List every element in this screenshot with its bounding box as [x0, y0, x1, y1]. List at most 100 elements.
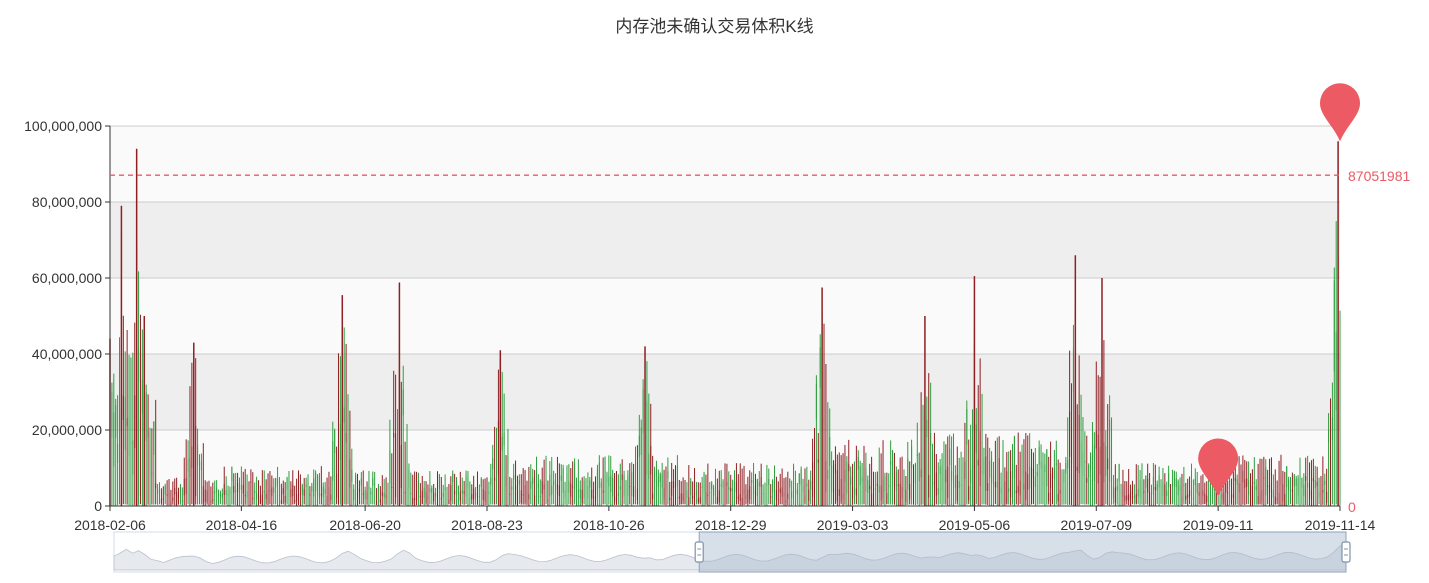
candle-body [515, 485, 517, 490]
candle-body [720, 484, 722, 487]
candle-body [718, 490, 720, 503]
candle-body [528, 494, 530, 500]
candle-body [174, 488, 176, 495]
candle-body [1050, 473, 1052, 489]
candle-body [1326, 491, 1328, 503]
candle-body [336, 473, 338, 498]
candle-body [1002, 459, 1004, 470]
candle-body [1240, 482, 1242, 496]
candle-body [419, 495, 421, 497]
candle-body [705, 491, 707, 504]
candle-body [570, 483, 572, 497]
candle-body [956, 474, 958, 501]
candle-body [657, 476, 659, 487]
candle-body [518, 480, 520, 485]
candle-body [475, 493, 477, 498]
candle-body [810, 480, 812, 490]
datazoom-slider[interactable] [113, 531, 1351, 573]
candle-body [899, 483, 901, 506]
candle-body [865, 468, 867, 492]
candle-body [507, 455, 509, 474]
candle-body [945, 469, 947, 483]
candle-body [747, 489, 749, 503]
candle-body [857, 456, 859, 470]
candle-body [1253, 481, 1255, 485]
datazoom-right-handle[interactable] [1341, 541, 1351, 563]
candle-body [1118, 463, 1120, 481]
candle-body [775, 489, 777, 500]
candle-body [1112, 486, 1114, 499]
candle-body [313, 478, 315, 497]
candle-body [1278, 493, 1280, 504]
candle-body [914, 463, 916, 484]
candle-body [492, 458, 494, 470]
candle-body [524, 485, 526, 503]
candle-body [998, 458, 1000, 506]
candle-body [522, 494, 524, 496]
candle-body [737, 496, 739, 499]
candle-body [812, 462, 814, 497]
candle-body [783, 493, 785, 496]
y-tick-label: 0 [94, 498, 102, 514]
candle-body [358, 488, 360, 493]
candle-body [834, 464, 836, 474]
candle-body [229, 489, 231, 495]
candle-body [1236, 479, 1238, 485]
candle-body [827, 470, 829, 480]
candle-body [1105, 446, 1107, 477]
candle-body [1303, 484, 1305, 497]
candle-body [1143, 491, 1145, 494]
candle-body [457, 486, 459, 495]
candle-body [574, 463, 576, 490]
candle-body [793, 466, 795, 477]
candle-body [334, 430, 336, 453]
candle-body [682, 493, 684, 501]
candle-body [1215, 491, 1217, 506]
candle-body [501, 436, 503, 451]
candle-body [1071, 429, 1073, 464]
candle-body [1189, 490, 1191, 497]
candle-body [299, 494, 301, 496]
candle-body [598, 462, 600, 488]
datazoom-window[interactable] [698, 531, 1347, 573]
candle-body [1196, 483, 1198, 494]
candle-body [322, 486, 324, 497]
candle-body [930, 433, 932, 447]
candle-body [311, 485, 313, 492]
candle-body [840, 478, 842, 502]
candle-body [796, 489, 798, 495]
candle-body [332, 441, 334, 481]
candle-body [212, 499, 214, 501]
candle-body [440, 497, 442, 500]
markline-zero-label: 0 [1348, 499, 1356, 515]
datazoom-left-handle[interactable] [694, 541, 704, 563]
candle-body [566, 473, 568, 493]
candle-body [903, 476, 905, 492]
candle-body [671, 481, 673, 496]
candle-body [1084, 461, 1086, 463]
candle-body [882, 480, 884, 498]
candle-body [893, 479, 895, 487]
candle-body [1310, 490, 1312, 500]
candle-body [596, 469, 598, 497]
candle-body [732, 488, 734, 490]
candle-body [221, 493, 223, 499]
candle-body [1029, 466, 1031, 489]
candle-body [1173, 471, 1175, 487]
candle-body [351, 469, 353, 482]
candle-body [532, 477, 534, 484]
candle-body [762, 493, 764, 495]
candle-body [254, 490, 256, 494]
candle-body [869, 485, 871, 490]
candle-body [770, 496, 772, 498]
candle-body [703, 473, 705, 493]
candle-body [1069, 411, 1071, 457]
candle-body [848, 464, 850, 472]
kline-chart[interactable]: 0 20,000,000 40,000,000 60,000,000 80,000,00… [0, 0, 1429, 583]
candle-body [730, 487, 732, 492]
candle-body [214, 491, 216, 494]
candle-body [581, 489, 583, 504]
candle-body [901, 487, 903, 499]
candle-body [1130, 492, 1132, 500]
candle-body [191, 446, 193, 469]
